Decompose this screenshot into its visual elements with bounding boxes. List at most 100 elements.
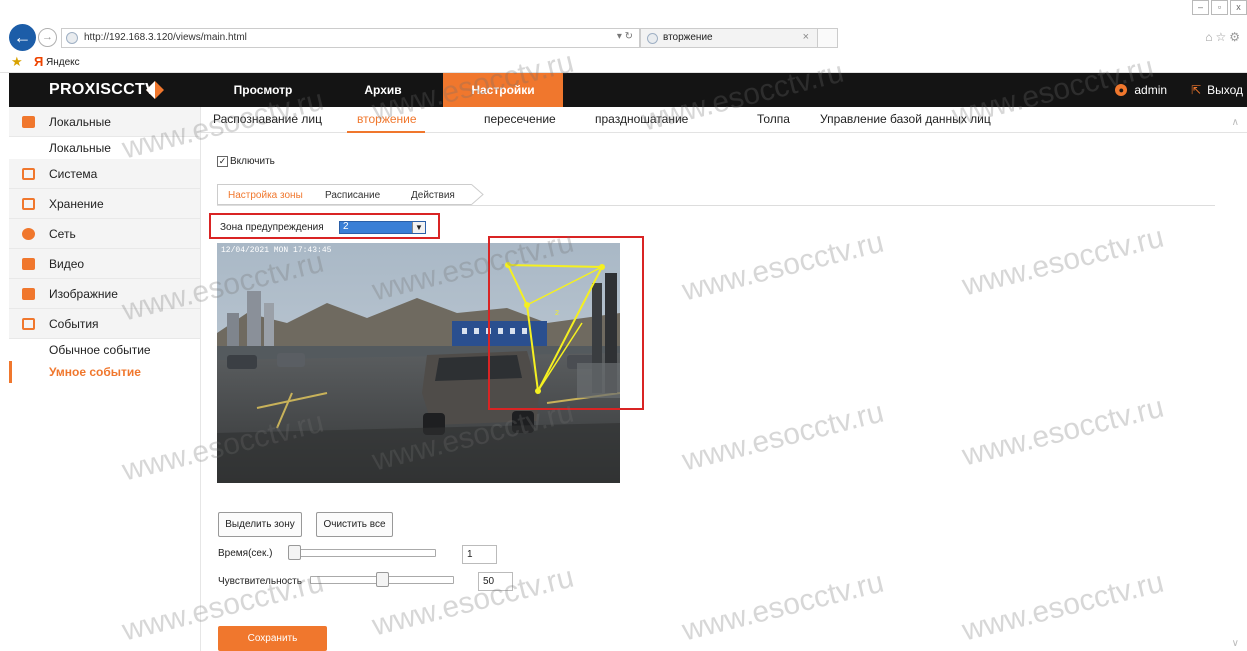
enable-row: ✓ Включить	[217, 156, 275, 167]
user-name[interactable]: admin	[1134, 83, 1167, 97]
time-input[interactable]: 1	[462, 545, 497, 564]
site-icon	[66, 32, 78, 44]
sidebar-item-video[interactable]: Видео	[9, 249, 200, 279]
close-tab-icon[interactable]: ×	[803, 31, 809, 43]
close-window-icon[interactable]: x	[1230, 0, 1247, 15]
sidebar-item-system[interactable]: Система	[9, 159, 200, 189]
chevron-down-icon[interactable]: ▼	[412, 222, 425, 233]
video-icon	[22, 258, 35, 270]
step-schedule[interactable]: Расписание	[309, 184, 395, 205]
logo-diamond-icon	[146, 81, 164, 99]
zone-select-highlight: Зона предупреждения 2 ▼	[209, 213, 440, 239]
step-zone-setup[interactable]: Настройка зоны	[217, 184, 309, 205]
scroll-up-icon[interactable]: ∧	[1232, 117, 1239, 128]
sensitivity-input[interactable]: 50	[478, 572, 513, 591]
user-area: ● admin ⇱ Выход	[1115, 73, 1247, 107]
time-slider-thumb[interactable]	[288, 545, 301, 560]
storage-icon	[22, 198, 35, 210]
logout-link[interactable]: Выход	[1207, 83, 1243, 97]
window-controls: – ▫ x	[1190, 0, 1247, 16]
step-actions[interactable]: Действия	[395, 184, 471, 205]
new-tab-button[interactable]	[818, 28, 838, 48]
yandex-icon: Я	[34, 54, 44, 69]
sidebar-item-network[interactable]: Сеть	[9, 219, 200, 249]
select-zone-button[interactable]: Выделить зону	[218, 512, 302, 537]
sidebar-item-label: Изображние	[49, 287, 118, 301]
tab-site-icon	[647, 33, 658, 44]
sidebar-subitem-label: Обычное событие	[49, 343, 151, 357]
watermark: www.esocctv.ru	[958, 565, 1167, 648]
watermark: www.esocctv.ru	[958, 220, 1167, 303]
address-bar[interactable]: http://192.168.3.120/views/main.html ▾ ↻	[61, 28, 640, 48]
minimize-icon[interactable]: –	[1192, 0, 1209, 15]
browser-tab[interactable]: вторжение ×	[640, 28, 818, 48]
user-icon: ●	[1115, 84, 1128, 96]
sidebar-subitem-label: Локальные	[49, 141, 111, 155]
watermark: www.esocctv.ru	[678, 395, 887, 478]
refresh-icon[interactable]: ▾ ↻	[617, 31, 633, 42]
maximize-icon[interactable]: ▫	[1211, 0, 1228, 15]
back-arrow-icon[interactable]: ←	[9, 24, 36, 51]
sidebar-subitem-normal-event[interactable]: Обычное событие	[9, 339, 200, 361]
smart-event-tabs: Распознавание лиц вторжение пересечение …	[201, 107, 1247, 133]
tab-face-recognition[interactable]: Распознавание лиц	[213, 112, 322, 126]
nav-live-view[interactable]: Просмотр	[203, 73, 323, 107]
nav-settings[interactable]: Настройки	[443, 73, 563, 107]
main-nav: Просмотр Архив Настройки	[203, 73, 563, 107]
sidebar-subitem-local[interactable]: Локальные	[9, 137, 200, 159]
scroll-down-icon[interactable]: ∨	[1232, 638, 1239, 649]
network-icon	[22, 228, 35, 240]
logout-icon[interactable]: ⇱	[1191, 83, 1201, 97]
address-url[interactable]: http://192.168.3.120/views/main.html	[84, 32, 247, 43]
zone-select[interactable]: 2 ▼	[339, 221, 426, 234]
events-icon	[22, 318, 35, 330]
system-icon	[22, 168, 35, 180]
save-button[interactable]: Сохранить	[218, 626, 327, 651]
step-chevron-icon	[471, 184, 484, 205]
sidebar: Локальные Локальные Система Хранение Сет…	[9, 107, 201, 651]
sidebar-item-label: Сеть	[49, 227, 76, 241]
watermark: www.esocctv.ru	[678, 565, 887, 648]
sidebar-item-local[interactable]: Локальные	[9, 107, 200, 137]
active-tab-underline	[347, 131, 425, 133]
watermark: www.esocctv.ru	[678, 225, 887, 308]
nav-archive[interactable]: Архив	[323, 73, 443, 107]
tab-loitering[interactable]: праздношатание	[595, 112, 688, 126]
forward-arrow-icon[interactable]: →	[38, 28, 57, 47]
tab-intrusion[interactable]: вторжение	[357, 112, 417, 126]
favorite-yandex-link[interactable]: Яндекс	[46, 57, 80, 68]
watermark: www.esocctv.ru	[958, 390, 1167, 473]
sidebar-subitem-label: Умное событие	[49, 365, 141, 379]
enable-checkbox[interactable]: ✓	[217, 156, 228, 167]
browser-titlebar: – ▫ x	[0, 0, 1247, 22]
sidebar-item-storage[interactable]: Хранение	[9, 189, 200, 219]
sidebar-item-label: Видео	[49, 257, 85, 271]
time-slider-track[interactable]	[290, 549, 436, 557]
image-icon	[22, 288, 35, 300]
clear-all-button[interactable]: Очистить все	[316, 512, 393, 537]
step-bar: Настройка зоны Расписание Действия	[217, 184, 1215, 206]
tab-crowd[interactable]: Толпа	[757, 112, 790, 126]
sidebar-item-image[interactable]: Изображние	[9, 279, 200, 309]
favorites-star-icon[interactable]: ★	[11, 54, 23, 70]
tab-line-crossing[interactable]: пересечение	[484, 112, 556, 126]
browser-navbar: ← → http://192.168.3.120/views/main.html…	[0, 22, 1247, 53]
sidebar-item-label: События	[49, 317, 99, 331]
sensitivity-slider-thumb[interactable]	[375, 572, 389, 587]
sidebar-subitem-smart-event[interactable]: Умное событие	[9, 361, 200, 383]
watermark: www.esocctv.ru	[368, 560, 577, 643]
sidebar-item-label: Локальные	[49, 115, 111, 129]
zone-highlight-frame	[488, 236, 644, 410]
app-header: PROXISCCTV Просмотр Архив Настройки ● ad…	[9, 73, 1247, 107]
sidebar-item-events[interactable]: События	[9, 309, 200, 339]
tab-title: вторжение	[663, 32, 713, 43]
monitor-icon	[22, 116, 35, 128]
enable-label: Включить	[230, 156, 275, 167]
sensitivity-label: Чувствительность	[218, 576, 302, 587]
zone-label: Зона предупреждения	[220, 222, 324, 233]
tab-face-database[interactable]: Управление базой данных лиц	[820, 112, 991, 126]
browser-toolbar-icons[interactable]: ⌂☆⚙	[1205, 30, 1243, 44]
brand-logo: PROXISCCTV	[49, 81, 157, 98]
time-label: Время(сек.)	[218, 548, 273, 559]
sidebar-item-label: Система	[49, 167, 98, 181]
